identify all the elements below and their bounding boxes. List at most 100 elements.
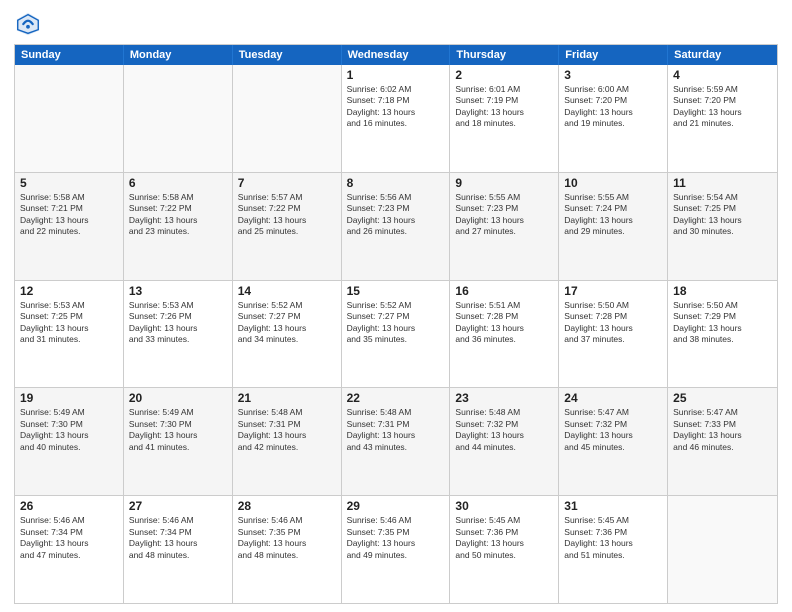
day-number: 15 [347,284,445,298]
calendar-week-4: 19 Sunrise: 5:49 AMSunset: 7:30 PMDayligh… [15,388,777,496]
day-number: 23 [455,391,553,405]
day-number: 11 [673,176,772,190]
calendar-cell: 24 Sunrise: 5:47 AMSunset: 7:32 PMDayligh… [559,388,668,495]
logo [14,10,46,38]
day-number: 21 [238,391,336,405]
day-number: 27 [129,499,227,513]
day-number: 4 [673,68,772,82]
calendar-cell: 10 Sunrise: 5:55 AMSunset: 7:24 PMDayligh… [559,173,668,280]
day-info: Sunrise: 5:51 AMSunset: 7:28 PMDaylight:… [455,300,553,346]
calendar-cell: 16 Sunrise: 5:51 AMSunset: 7:28 PMDayligh… [450,281,559,388]
day-info: Sunrise: 5:46 AMSunset: 7:34 PMDaylight:… [129,515,227,561]
calendar-cell: 22Sunrise: 5:48 AMSunset: 7:31 PMDayligh… [342,388,451,495]
weekday-header-wednesday: Wednesday [342,45,451,65]
day-info: Sunrise: 5:57 AMSunset: 7:22 PMDaylight:… [238,192,336,238]
calendar-cell: 12 Sunrise: 5:53 AMSunset: 7:25 PMDayligh… [15,281,124,388]
calendar-cell: 26Sunrise: 5:46 AMSunset: 7:34 PMDayligh… [15,496,124,603]
day-info: Sunrise: 5:52 AMSunset: 7:27 PMDaylight:… [347,300,445,346]
calendar-cell: 21 Sunrise: 5:48 AMSunset: 7:31 PMDayligh… [233,388,342,495]
calendar-week-2: 5 Sunrise: 5:58 AMSunset: 7:21 PMDaylight… [15,173,777,281]
day-info: Sunrise: 5:48 AMSunset: 7:32 PMDaylight:… [455,407,553,453]
day-number: 7 [238,176,336,190]
day-info: Sunrise: 5:56 AMSunset: 7:23 PMDaylight:… [347,192,445,238]
day-number: 14 [238,284,336,298]
calendar-cell: 15 Sunrise: 5:52 AMSunset: 7:27 PMDayligh… [342,281,451,388]
day-number: 30 [455,499,553,513]
day-info: Sunrise: 6:02 AMSunset: 7:18 PMDaylight:… [347,84,445,130]
day-number: 26 [20,499,118,513]
calendar-cell: 23 Sunrise: 5:48 AMSunset: 7:32 PMDayligh… [450,388,559,495]
calendar-cell: 4Sunrise: 5:59 AMSunset: 7:20 PMDaylight… [668,65,777,172]
day-info: Sunrise: 5:46 AMSunset: 7:35 PMDaylight:… [347,515,445,561]
day-info: Sunrise: 5:55 AMSunset: 7:23 PMDaylight:… [455,192,553,238]
day-number: 9 [455,176,553,190]
day-info: Sunrise: 6:01 AMSunset: 7:19 PMDaylight:… [455,84,553,130]
calendar-cell: 6 Sunrise: 5:58 AMSunset: 7:22 PMDaylight… [124,173,233,280]
weekday-header-friday: Friday [559,45,668,65]
calendar-week-3: 12 Sunrise: 5:53 AMSunset: 7:25 PMDayligh… [15,281,777,389]
weekday-header-tuesday: Tuesday [233,45,342,65]
day-number: 10 [564,176,662,190]
day-info: Sunrise: 5:55 AMSunset: 7:24 PMDaylight:… [564,192,662,238]
day-number: 17 [564,284,662,298]
logo-icon [14,10,42,38]
day-info: Sunrise: 5:49 AMSunset: 7:30 PMDaylight:… [129,407,227,453]
day-number: 16 [455,284,553,298]
calendar-cell [15,65,124,172]
day-number: 20 [129,391,227,405]
calendar-cell [668,496,777,603]
calendar-cell: 18 Sunrise: 5:50 AMSunset: 7:29 PMDayligh… [668,281,777,388]
day-number: 3 [564,68,662,82]
day-info: Sunrise: 5:47 AMSunset: 7:33 PMDaylight:… [673,407,772,453]
day-number: 19 [20,391,118,405]
day-number: 13 [129,284,227,298]
calendar-cell: 28Sunrise: 5:46 AMSunset: 7:35 PMDayligh… [233,496,342,603]
calendar-cell: 17 Sunrise: 5:50 AMSunset: 7:28 PMDayligh… [559,281,668,388]
day-number: 6 [129,176,227,190]
calendar: SundayMondayTuesdayWednesdayThursdayFrid… [14,44,778,604]
calendar-cell: 5 Sunrise: 5:58 AMSunset: 7:21 PMDaylight… [15,173,124,280]
weekday-header-monday: Monday [124,45,233,65]
day-number: 5 [20,176,118,190]
day-info: Sunrise: 5:45 AMSunset: 7:36 PMDaylight:… [455,515,553,561]
day-info: Sunrise: 5:50 AMSunset: 7:29 PMDaylight:… [673,300,772,346]
calendar-cell [124,65,233,172]
day-info: Sunrise: 5:48 AMSunset: 7:31 PMDaylight:… [238,407,336,453]
page-header [14,10,778,38]
day-number: 18 [673,284,772,298]
calendar-cell: 19 Sunrise: 5:49 AMSunset: 7:30 PMDayligh… [15,388,124,495]
calendar-cell: 14Sunrise: 5:52 AMSunset: 7:27 PMDayligh… [233,281,342,388]
calendar-week-5: 26 Sunrise: 5:46 AMSunset: 7:34 PMDayligh… [15,496,777,603]
weekday-header-thursday: Thursday [450,45,559,65]
day-info: Sunrise: 5:58 AMSunset: 7:21 PMDaylight:… [20,192,118,238]
calendar-cell: 29 Sunrise: 5:46 AMSunset: 7:35 PMDayligh… [342,496,451,603]
day-number: 25 [673,391,772,405]
calendar-cell: 20 Sunrise: 5:49 AMSunset: 7:30 PMDayligh… [124,388,233,495]
calendar-cell: 27 Sunrise: 5:46 AMSunset: 7:34 PMDayligh… [124,496,233,603]
day-info: Sunrise: 5:54 AMSunset: 7:25 PMDaylight:… [673,192,772,238]
day-info: Sunrise: 5:58 AMSunset: 7:22 PMDaylight:… [129,192,227,238]
day-info: Sunrise: 6:00 AMSunset: 7:20 PMDaylight:… [564,84,662,130]
day-number: 2 [455,68,553,82]
day-info: Sunrise: 5:47 AMSunset: 7:32 PMDaylight:… [564,407,662,453]
day-number: 22 [347,391,445,405]
day-number: 24 [564,391,662,405]
calendar-cell [233,65,342,172]
day-info: Sunrise: 5:53 AMSunset: 7:25 PMDaylight:… [20,300,118,346]
calendar-cell: 8Sunrise: 5:56 AMSunset: 7:23 PMDaylight… [342,173,451,280]
calendar-cell: 3 Sunrise: 6:00 AMSunset: 7:20 PMDaylight… [559,65,668,172]
day-number: 29 [347,499,445,513]
calendar-cell: 11 Sunrise: 5:54 AMSunset: 7:25 PMDayligh… [668,173,777,280]
calendar-header-row: SundayMondayTuesdayWednesdayThursdayFrid… [15,45,777,65]
calendar-cell: 13 Sunrise: 5:53 AMSunset: 7:26 PMDayligh… [124,281,233,388]
day-info: Sunrise: 5:50 AMSunset: 7:28 PMDaylight:… [564,300,662,346]
day-info: Sunrise: 5:49 AMSunset: 7:30 PMDaylight:… [20,407,118,453]
calendar-cell: 2 Sunrise: 6:01 AMSunset: 7:19 PMDaylight… [450,65,559,172]
weekday-header-saturday: Saturday [668,45,777,65]
day-number: 12 [20,284,118,298]
day-info: Sunrise: 5:53 AMSunset: 7:26 PMDaylight:… [129,300,227,346]
day-info: Sunrise: 5:45 AMSunset: 7:36 PMDaylight:… [564,515,662,561]
calendar-cell: 25 Sunrise: 5:47 AMSunset: 7:33 PMDayligh… [668,388,777,495]
calendar-cell: 7 Sunrise: 5:57 AMSunset: 7:22 PMDaylight… [233,173,342,280]
calendar-week-1: 1Sunrise: 6:02 AMSunset: 7:18 PMDaylight… [15,65,777,173]
